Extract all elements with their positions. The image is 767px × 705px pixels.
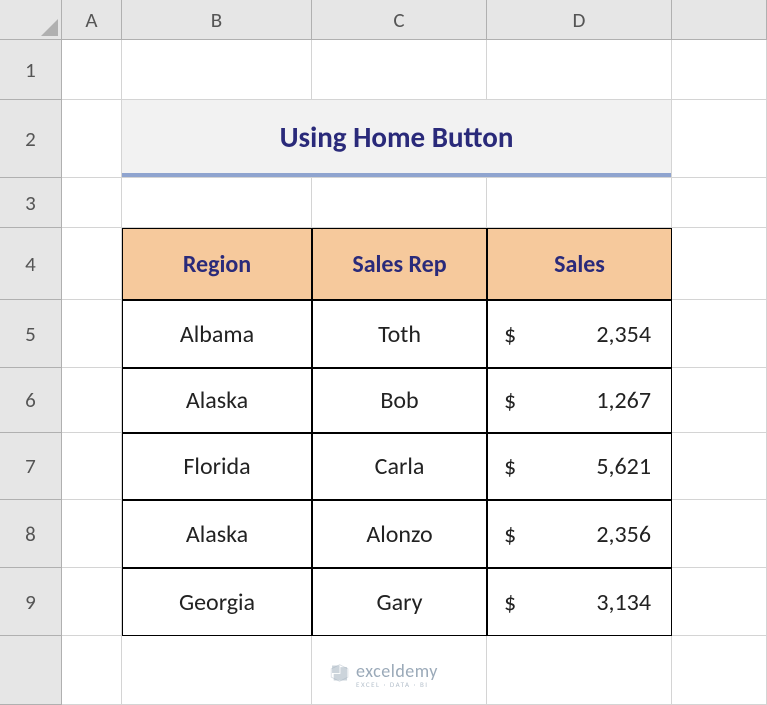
col-header-d[interactable]: D xyxy=(487,0,672,40)
table-row[interactable]: Bob xyxy=(312,368,487,433)
table-row[interactable]: $ 3,134 xyxy=(487,568,672,636)
table-row[interactable]: Florida xyxy=(122,433,312,500)
currency-symbol: $ xyxy=(504,520,516,549)
currency-symbol: $ xyxy=(504,320,516,349)
table-row[interactable]: $ 2,356 xyxy=(487,500,672,568)
cell-a5[interactable] xyxy=(62,300,122,368)
row-header-1[interactable]: 1 xyxy=(0,40,62,100)
currency-symbol: $ xyxy=(504,588,516,617)
cell-a7[interactable] xyxy=(62,433,122,500)
select-all-corner[interactable] xyxy=(0,0,62,40)
row-header-2[interactable]: 2 xyxy=(0,100,62,178)
cell-d1[interactable] xyxy=(487,40,672,100)
watermark: exceldemy EXCEL · DATA · BI xyxy=(329,662,438,688)
title-merged-cell[interactable]: Using Home Button xyxy=(122,100,672,178)
table-row[interactable]: $ 1,267 xyxy=(487,368,672,433)
sales-value: 3,134 xyxy=(596,588,651,617)
cell-a9[interactable] xyxy=(62,568,122,636)
cell-c3[interactable] xyxy=(312,178,487,228)
cell-e7[interactable] xyxy=(672,433,767,500)
sales-value: 1,267 xyxy=(596,386,651,415)
cell-a3[interactable] xyxy=(62,178,122,228)
currency-symbol: $ xyxy=(504,452,516,481)
cell-e3[interactable] xyxy=(672,178,767,228)
table-row[interactable]: Alonzo xyxy=(312,500,487,568)
watermark-main: exceldemy xyxy=(356,662,438,680)
page-title: Using Home Button xyxy=(122,100,671,177)
cell-a10[interactable] xyxy=(62,636,122,705)
table-header-sales[interactable]: Sales xyxy=(487,228,672,300)
cell-e9[interactable] xyxy=(672,568,767,636)
col-header-a[interactable]: A xyxy=(62,0,122,40)
cell-e4[interactable] xyxy=(672,228,767,300)
sales-value: 5,621 xyxy=(596,452,651,481)
spreadsheet-grid: A B C D 1 2 Using Home Button 3 4 Region… xyxy=(0,0,767,705)
row-header-4[interactable]: 4 xyxy=(0,228,62,300)
cell-a6[interactable] xyxy=(62,368,122,433)
sales-value: 2,356 xyxy=(596,520,651,549)
row-header-9[interactable]: 9 xyxy=(0,568,62,636)
row-header-10[interactable] xyxy=(0,636,62,705)
table-row[interactable]: Carla xyxy=(312,433,487,500)
row-header-3[interactable]: 3 xyxy=(0,178,62,228)
table-row[interactable]: $ 5,621 xyxy=(487,433,672,500)
table-row[interactable]: Gary xyxy=(312,568,487,636)
cell-b3[interactable] xyxy=(122,178,312,228)
cell-d10[interactable] xyxy=(487,636,672,705)
cell-e6[interactable] xyxy=(672,368,767,433)
cell-a2[interactable] xyxy=(62,100,122,178)
cell-e10[interactable] xyxy=(672,636,767,705)
row-header-8[interactable]: 8 xyxy=(0,500,62,568)
cell-b1[interactable] xyxy=(122,40,312,100)
table-row[interactable]: Albama xyxy=(122,300,312,368)
cell-a1[interactable] xyxy=(62,40,122,100)
watermark-sub: EXCEL · DATA · BI xyxy=(356,681,438,688)
cell-e8[interactable] xyxy=(672,500,767,568)
table-header-region[interactable]: Region xyxy=(122,228,312,300)
row-header-6[interactable]: 6 xyxy=(0,368,62,433)
currency-symbol: $ xyxy=(504,386,516,415)
table-row[interactable]: Toth xyxy=(312,300,487,368)
cell-c1[interactable] xyxy=(312,40,487,100)
cell-e1[interactable] xyxy=(672,40,767,100)
cell-d3[interactable] xyxy=(487,178,672,228)
cell-e5[interactable] xyxy=(672,300,767,368)
table-row[interactable]: Alaska xyxy=(122,368,312,433)
table-row[interactable]: Georgia xyxy=(122,568,312,636)
row-header-7[interactable]: 7 xyxy=(0,433,62,500)
logo-icon xyxy=(329,663,349,687)
cell-a8[interactable] xyxy=(62,500,122,568)
table-header-salesrep[interactable]: Sales Rep xyxy=(312,228,487,300)
col-header-b[interactable]: B xyxy=(122,0,312,40)
cell-b10[interactable] xyxy=(122,636,312,705)
cell-e2[interactable] xyxy=(672,100,767,178)
sales-value: 2,354 xyxy=(596,320,651,349)
cell-a4[interactable] xyxy=(62,228,122,300)
table-row[interactable]: Alaska xyxy=(122,500,312,568)
col-header-extra xyxy=(672,0,767,40)
table-row[interactable]: $ 2,354 xyxy=(487,300,672,368)
row-header-5[interactable]: 5 xyxy=(0,300,62,368)
col-header-c[interactable]: C xyxy=(312,0,487,40)
